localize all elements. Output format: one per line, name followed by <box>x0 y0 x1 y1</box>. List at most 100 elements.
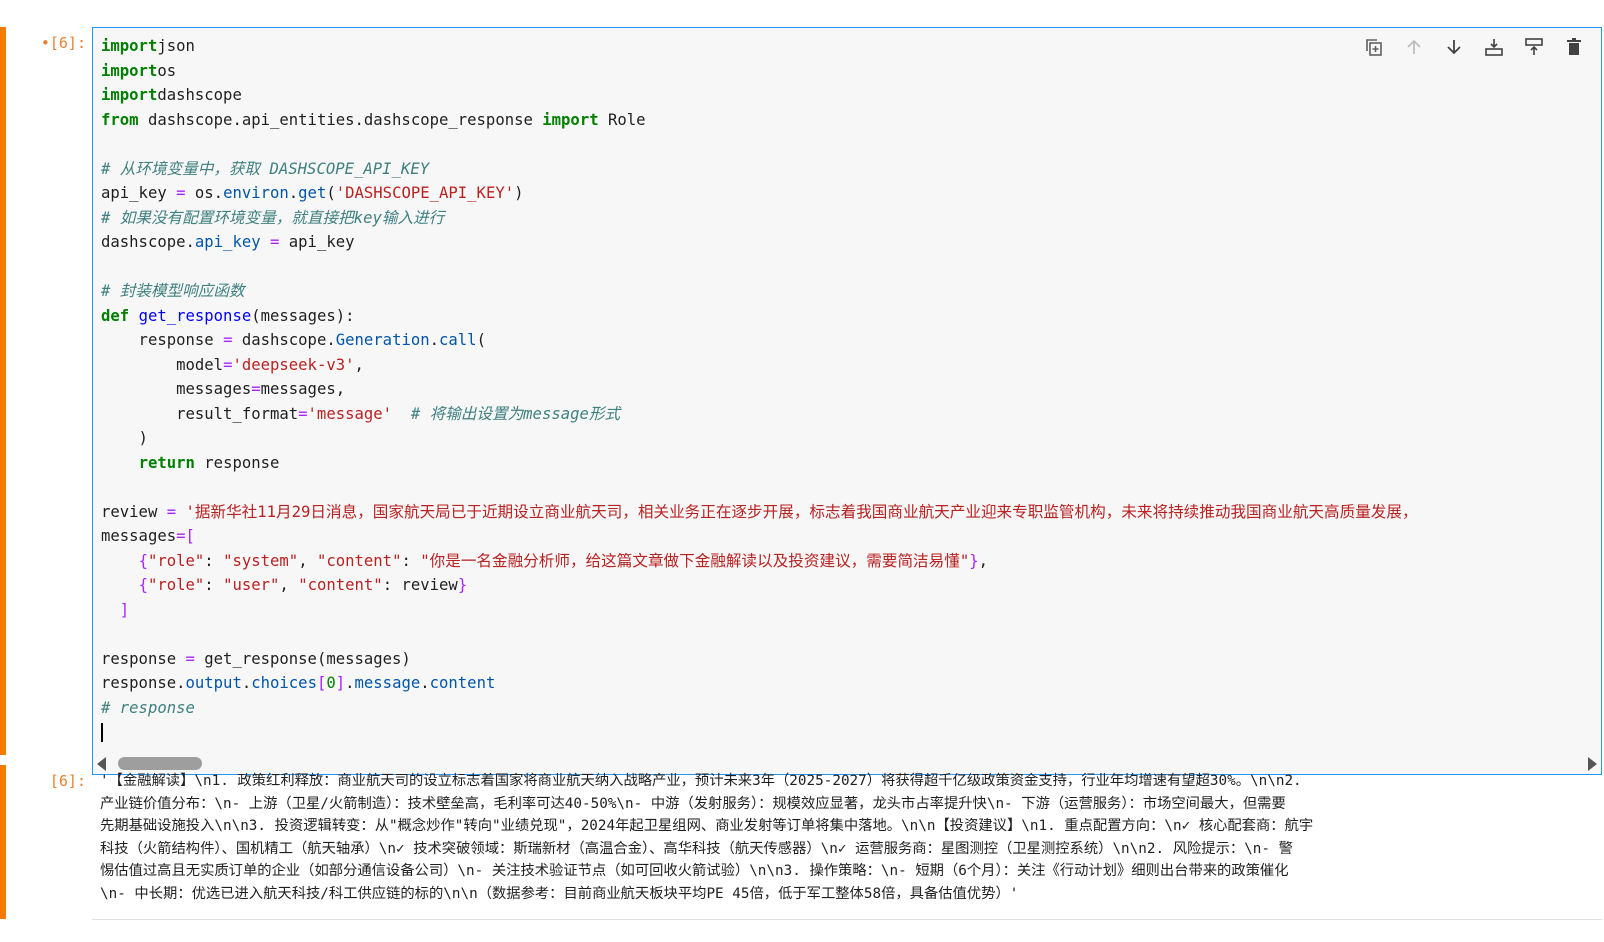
code-token: = <box>270 233 280 251</box>
code-line[interactable]: response.output.choices[0].message.conte… <box>101 671 1418 696</box>
code-token: , <box>298 551 317 570</box>
cell-toolbar <box>1361 34 1587 60</box>
code-line[interactable]: {"role": "user", "content": review} <box>101 573 1418 598</box>
code-line[interactable] <box>101 255 1418 280</box>
code-line[interactable]: def get_response(messages): <box>101 304 1418 329</box>
code-token: dashscope.api_entities.dashscope_respons… <box>138 110 543 129</box>
code-token: # 将输出设置为message形式 <box>410 404 621 423</box>
delete-button[interactable] <box>1561 34 1587 60</box>
code-token: : <box>204 551 224 570</box>
code-token: "role" <box>147 576 205 594</box>
code-line[interactable]: ] <box>101 598 1418 623</box>
code-line[interactable]: from dashscope.api_entities.dashscope_re… <box>101 108 1418 133</box>
code-editor[interactable]: importjson importos importdashscope from da… <box>92 27 1602 775</box>
code-line[interactable]: api_key = os.environ.get('DASHSCOPE_API_… <box>101 181 1418 206</box>
code-line[interactable]: importjson <box>101 34 1418 59</box>
code-line[interactable]: model='deepseek-v3', <box>101 353 1418 378</box>
active-cell-indicator <box>0 27 6 755</box>
code-token: : review <box>382 576 458 594</box>
output-line: 科技（火箭结构件）、国机精工（航天轴承）\n✓ 技术突破领域：斯瑞新材（高温合金… <box>100 840 1293 857</box>
scrollbar-thumb[interactable] <box>118 757 202 770</box>
code-token: Role <box>598 110 646 129</box>
duplicate-icon <box>1366 39 1382 56</box>
code-token: messages <box>101 380 252 398</box>
move-down-button[interactable] <box>1441 34 1467 60</box>
code-token: dashscope. <box>101 233 195 251</box>
move-up-button[interactable] <box>1401 34 1427 60</box>
code-line[interactable]: review = '据新华社11月29日消息，国家航天局已于近期设立商业航天司，… <box>101 500 1418 525</box>
code-token: content <box>429 674 496 692</box>
code-line[interactable]: importdashscope <box>101 83 1418 108</box>
duplicate-button[interactable] <box>1361 34 1387 60</box>
output-text: '【金融解读】\n1. 政策红利释放：商业航天司的设立标志着国家将商业航天纳入战… <box>100 770 1570 905</box>
output-line: '【金融解读】\n1. 政策红利释放：商业航天司的设立标志着国家将商业航天纳入战… <box>100 773 1302 789</box>
code-line[interactable] <box>101 132 1418 157</box>
code-token: = <box>251 380 261 398</box>
code-line[interactable]: ) <box>101 426 1418 451</box>
insert-above-icon <box>1485 39 1503 56</box>
code-line[interactable]: # 从环境变量中，获取 DASHSCOPE_API_KEY <box>101 157 1418 182</box>
code-line[interactable]: # 封装模型响应函数 <box>101 279 1418 304</box>
code-token: { <box>138 576 148 594</box>
code-token: output <box>185 674 242 692</box>
output-cell-indicator <box>0 765 6 919</box>
code-token: # 封装模型响应函数 <box>101 282 245 300</box>
code-token: get <box>298 184 327 202</box>
code-token: : <box>401 551 421 570</box>
code-token: = <box>298 404 308 423</box>
code-token: =[ <box>176 527 195 545</box>
code-line[interactable]: # 如果没有配置环境变量，就直接把key输入进行 <box>101 206 1418 231</box>
code-token: ) <box>514 184 524 202</box>
code-token: message <box>354 674 421 692</box>
insert-above-button[interactable] <box>1481 34 1507 60</box>
code-line[interactable]: dashscope.api_key = api_key <box>101 230 1418 255</box>
code-token: response <box>101 331 224 349</box>
code-token: "content" <box>316 551 402 570</box>
code-token: } <box>457 576 468 594</box>
code-token: Generation <box>335 331 430 349</box>
code-token: import <box>101 61 158 80</box>
code-line[interactable]: {"role": "system", "content": "你是一名金融分析师… <box>101 549 1418 574</box>
scroll-right-icon[interactable] <box>1588 757 1597 771</box>
code-token: import <box>101 37 158 55</box>
code-token: . <box>429 331 440 349</box>
code-line[interactable]: importos <box>101 59 1418 84</box>
scroll-left-icon[interactable] <box>97 757 106 771</box>
code-token: api_key <box>101 184 177 202</box>
code-token: , <box>978 551 988 570</box>
code-line[interactable]: # response <box>101 696 1418 721</box>
code-token: from <box>101 110 139 129</box>
code-token: def <box>101 306 130 325</box>
output-line: 惕估值过高且无实质订单的企业（如部分通信设备公司）\n- 关注技术验证节点（如可… <box>100 863 1289 879</box>
code-token: api_key <box>194 233 261 251</box>
code-line[interactable]: messages=messages, <box>101 377 1418 402</box>
code-token: (messages): <box>251 306 355 325</box>
code-token: . <box>420 674 430 692</box>
code-token: # 从环境变量中，获取 DASHSCOPE_API_KEY <box>101 159 430 178</box>
code-line[interactable] <box>101 622 1418 647</box>
code-token: . <box>288 184 299 202</box>
move-down-icon <box>1447 40 1461 55</box>
code-line[interactable]: messages=[ <box>101 524 1418 549</box>
code-line[interactable]: result_format='message' # 将输出设置为message形… <box>101 402 1418 427</box>
code-token: 'DASHSCOPE_API_KEY' <box>335 184 515 202</box>
insert-below-button[interactable] <box>1521 34 1547 60</box>
input-prompt: •[6]: <box>30 34 86 52</box>
code-content[interactable]: importjson importos importdashscope from da… <box>101 34 1418 745</box>
code-token: # 如果没有配置环境变量，就直接把key输入进行 <box>101 208 445 227</box>
code-line[interactable]: response = get_response(messages) <box>101 647 1418 672</box>
code-token: response. <box>101 674 186 692</box>
code-line[interactable] <box>101 475 1418 500</box>
code-token: review <box>101 502 167 521</box>
code-token: response <box>101 649 186 668</box>
output-line: \n- 中长期：优选已进入航天科技/科工供应链的标的\n\n（数据参考：目前商业… <box>100 885 1019 902</box>
code-line[interactable]: response = dashscope.Generation.call( <box>101 328 1418 353</box>
code-token: dashscope. <box>232 331 336 349</box>
code-token: api_key <box>279 233 355 251</box>
delete-icon <box>1567 38 1581 55</box>
code-line[interactable]: return response <box>101 451 1418 476</box>
code-token: json <box>157 37 195 55</box>
code-line[interactable] <box>101 720 1418 745</box>
